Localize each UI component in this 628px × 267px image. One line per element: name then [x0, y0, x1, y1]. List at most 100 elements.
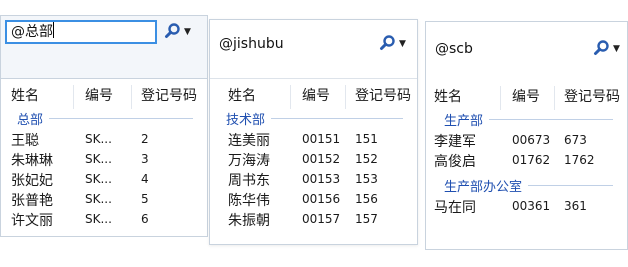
results-grid: 姓名 编号 登记号码 技术部 连美丽 00151 151 万海涛 00152 152 周… [210, 78, 417, 244]
table-row[interactable]: 连美丽 00151 151 [210, 129, 417, 149]
cell-id: 00151 [302, 132, 341, 146]
triangle-down-icon: ▼ [613, 44, 620, 54]
cell-id: SK... [85, 152, 112, 166]
column-header-reg[interactable]: 登记号码 [141, 85, 197, 105]
cell-id: SK... [85, 132, 112, 146]
search-bar: @scb ▼ [426, 22, 627, 66]
cell-name: 许文丽 [11, 213, 53, 229]
table-row[interactable]: 马在同 00361 361 [426, 196, 627, 216]
table-row[interactable]: 万海涛 00152 152 [210, 149, 417, 169]
cell-reg: 2 [141, 132, 149, 146]
cell-reg: 157 [355, 212, 378, 226]
cell-id: 00152 [302, 152, 341, 166]
search-bar: @总部 ▼ [1, 16, 207, 60]
cell-reg: 153 [355, 172, 378, 186]
cell-reg: 152 [355, 152, 378, 166]
cell-reg: 673 [564, 133, 587, 147]
triangle-down-icon: ▼ [399, 39, 406, 49]
column-header-name[interactable]: 姓名 [434, 86, 462, 106]
cell-name: 高俊启 [434, 154, 476, 170]
table-row[interactable]: 朱振朝 00157 157 [210, 209, 417, 229]
cell-name: 陈华伟 [228, 193, 270, 209]
cell-reg: 6 [141, 212, 149, 226]
column-header-row: 姓名 编号 登记号码 [210, 79, 417, 109]
cell-id: 00157 [302, 212, 341, 226]
cell-id: SK... [85, 172, 112, 186]
column-divider[interactable] [500, 86, 501, 110]
cell-name: 周书东 [228, 173, 270, 189]
table-row[interactable]: 张妃妃 SK... 4 [1, 169, 207, 189]
table-row[interactable]: 王聪 SK... 2 [1, 129, 207, 149]
group-name: 技术部 [226, 109, 272, 128]
magnifier-icon [165, 23, 180, 38]
cell-name: 张普艳 [11, 193, 53, 209]
search-panel-zongbu: @总部 ▼ 姓名 编号 登记号码 总部 王聪 SK... 2 朱琳琳 SK... 3 张… [0, 15, 208, 237]
cell-id: SK... [85, 212, 112, 226]
cell-reg: 3 [141, 152, 149, 166]
column-header-reg[interactable]: 登记号码 [564, 86, 620, 106]
cell-id: 00156 [302, 192, 341, 206]
cell-name: 马在同 [434, 200, 476, 216]
cell-reg: 5 [141, 192, 149, 206]
search-input[interactable]: @总部 [5, 20, 157, 44]
cell-name: 张妃妃 [11, 173, 53, 189]
column-header-row: 姓名 编号 登记号码 [1, 79, 207, 109]
table-row[interactable]: 朱琳琳 SK... 3 [1, 149, 207, 169]
column-header-id[interactable]: 编号 [85, 85, 113, 105]
column-divider[interactable] [554, 86, 555, 110]
cell-name: 连美丽 [228, 133, 270, 149]
cell-reg: 156 [355, 192, 378, 206]
column-header-reg[interactable]: 登记号码 [355, 85, 411, 105]
group-header[interactable]: 总部 [1, 107, 207, 129]
magnifier-icon [380, 35, 395, 50]
search-options-button[interactable]: ▼ [161, 20, 197, 44]
group-name: 生产部办公室 [444, 176, 529, 195]
cell-reg: 361 [564, 199, 587, 213]
cell-id: SK... [85, 192, 112, 206]
cell-name: 朱琳琳 [11, 153, 53, 169]
search-input[interactable]: @jishubu [214, 32, 364, 56]
cell-id: 00361 [512, 199, 551, 213]
table-row[interactable]: 周书东 00153 153 [210, 169, 417, 189]
magnifier-icon [594, 40, 609, 55]
column-header-id[interactable]: 编号 [302, 85, 330, 105]
table-row[interactable]: 李建军 00673 673 [426, 130, 627, 150]
search-panel-scb: @scb ▼ 姓名 编号 登记号码 生产部 李建军 00673 673 高俊启 017… [425, 21, 628, 250]
cell-name: 李建军 [434, 134, 476, 150]
group-name: 生产部 [444, 110, 490, 129]
cell-id: 00153 [302, 172, 341, 186]
column-divider[interactable] [290, 85, 291, 109]
group-name: 总部 [17, 109, 50, 128]
group-header[interactable]: 生产部 [426, 108, 627, 130]
search-input[interactable]: @scb [430, 37, 570, 61]
text-cursor [53, 22, 54, 38]
column-header-name[interactable]: 姓名 [11, 85, 39, 105]
search-panel-jishubu: @jishubu ▼ 姓名 编号 登记号码 技术部 连美丽 00151 151 万海… [209, 19, 418, 245]
cell-name: 万海涛 [228, 153, 270, 169]
search-options-button[interactable]: ▼ [590, 37, 626, 61]
table-row[interactable]: 高俊启 01762 1762 [426, 150, 627, 170]
cell-name: 朱振朝 [228, 213, 270, 229]
triangle-down-icon: ▼ [184, 27, 191, 37]
group-header[interactable]: 技术部 [210, 107, 417, 129]
column-header-id[interactable]: 编号 [512, 86, 540, 106]
column-header-name[interactable]: 姓名 [228, 85, 256, 105]
group-header[interactable]: 生产部办公室 [426, 174, 627, 196]
column-divider[interactable] [131, 85, 132, 109]
column-header-row: 姓名 编号 登记号码 [426, 80, 627, 110]
results-grid: 姓名 编号 登记号码 生产部 李建军 00673 673 高俊启 01762 1762 … [426, 80, 627, 249]
cell-id: 01762 [512, 153, 551, 167]
search-options-button[interactable]: ▼ [376, 32, 412, 56]
cell-id: 00673 [512, 133, 551, 147]
cell-reg: 151 [355, 132, 378, 146]
cell-reg: 4 [141, 172, 149, 186]
table-row[interactable]: 陈华伟 00156 156 [210, 189, 417, 209]
column-divider[interactable] [73, 85, 74, 109]
table-row[interactable]: 许文丽 SK... 6 [1, 209, 207, 229]
cell-name: 王聪 [11, 133, 39, 149]
cell-reg: 1762 [564, 153, 595, 167]
table-row[interactable]: 张普艳 SK... 5 [1, 189, 207, 209]
results-grid: 姓名 编号 登记号码 总部 王聪 SK... 2 朱琳琳 SK... 3 张妃妃 SK..… [1, 78, 207, 236]
column-divider[interactable] [345, 85, 346, 109]
search-bar: @jishubu ▼ [210, 20, 417, 64]
